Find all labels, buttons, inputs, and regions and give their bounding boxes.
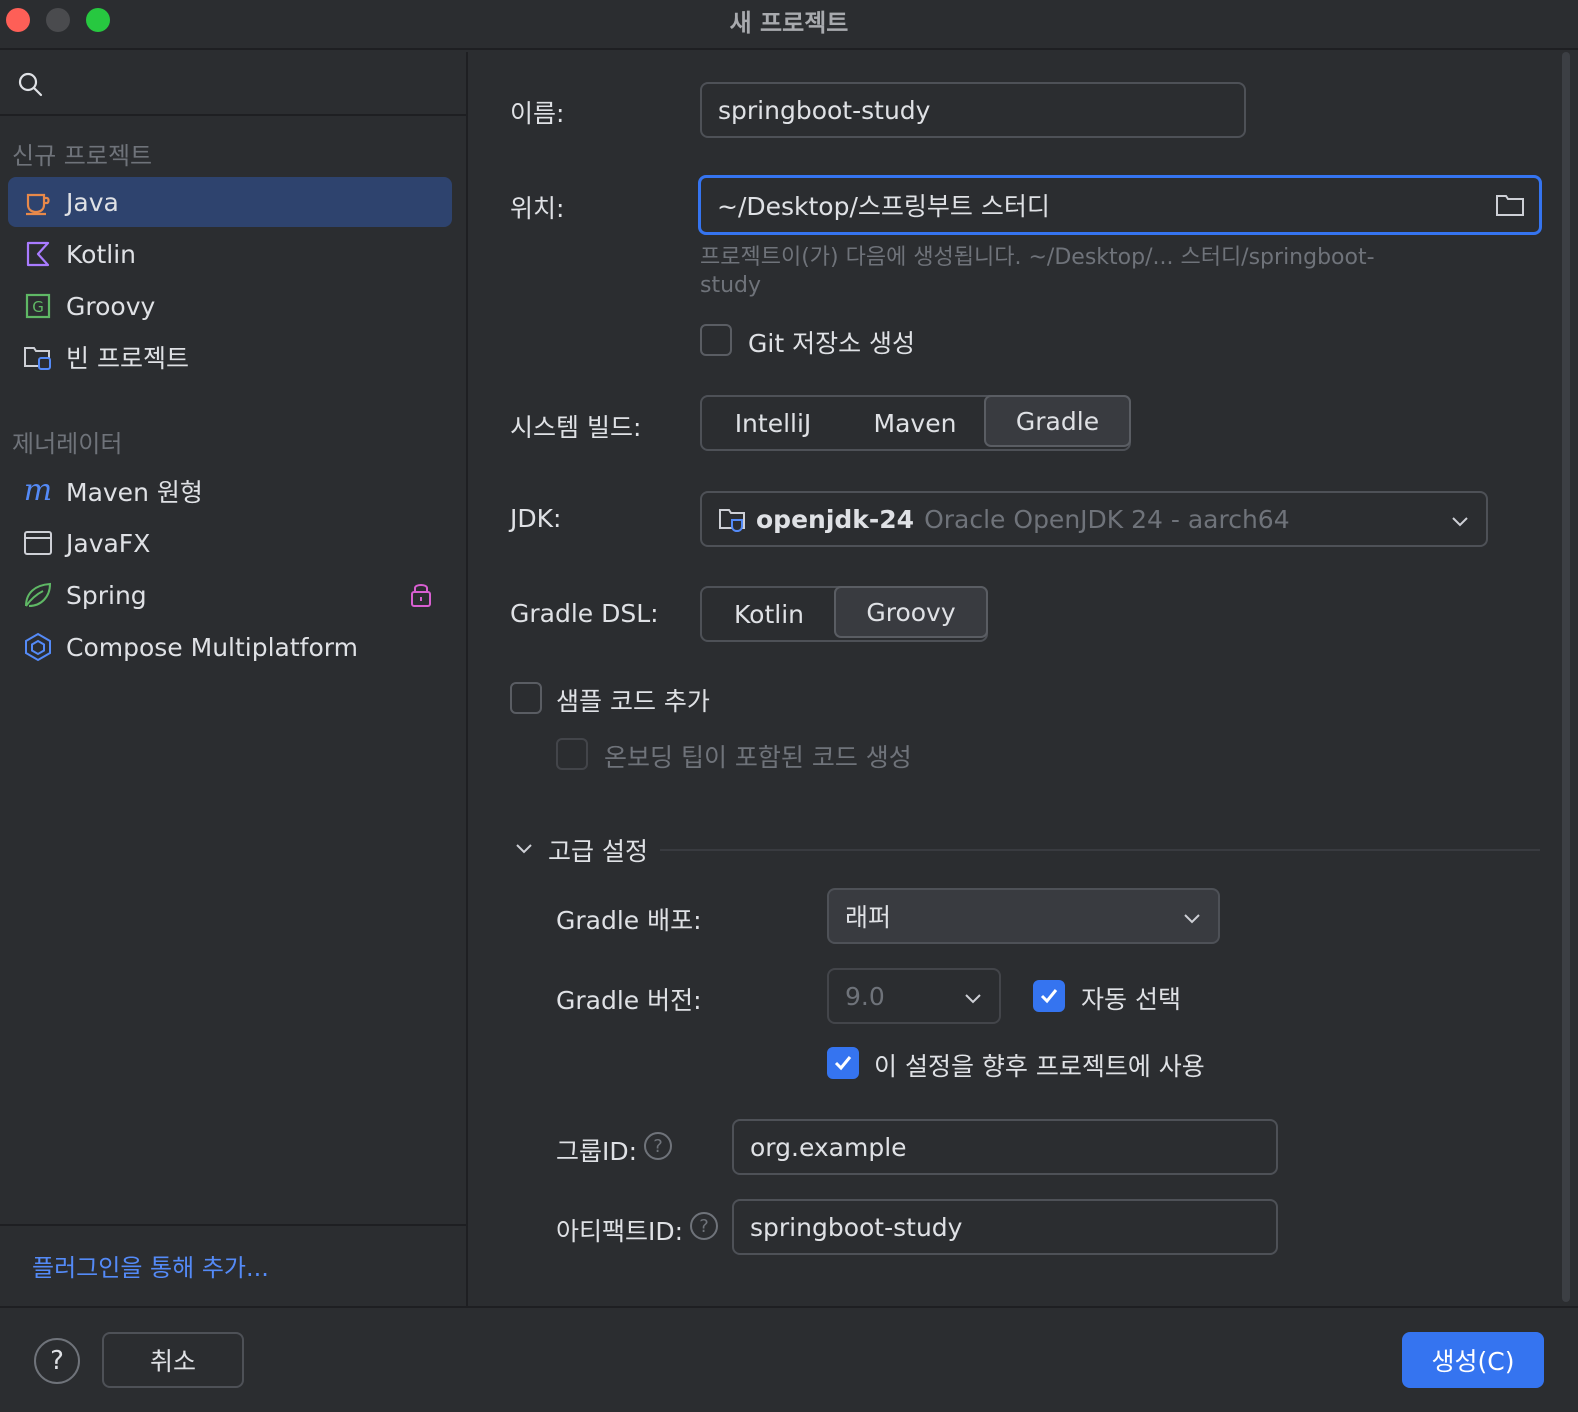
use-for-future-projects-label: 이 설정을 향후 프로젝트에 사용 [874,1052,1205,1081]
spring-leaf-icon [22,579,54,611]
lock-icon [408,580,434,612]
sidebar-item-label: Maven 원형 [66,478,203,507]
sidebar-item-label: Groovy [66,291,156,321]
sample-code-checkbox[interactable] [510,682,542,714]
location-label: 위치: [510,194,565,223]
window-title: 새 프로젝트 [729,9,849,37]
add-via-plugins-link[interactable]: 플러그인을 통해 추가... [32,1248,269,1283]
svg-text:G: G [32,298,44,316]
build-option-intellij[interactable]: IntelliJ [702,397,844,449]
onboarding-tips-checkbox[interactable] [556,738,588,770]
kotlin-icon [22,238,54,270]
sidebar-item-label: 빈 프로젝트 [66,344,189,373]
sidebar-item-kotlin[interactable]: Kotlin [8,229,452,279]
location-hint-line2: study [700,273,762,298]
build-option-gradle[interactable]: Gradle [984,395,1131,447]
sidebar-item-javafx[interactable]: JavaFX [8,518,452,568]
sidebar-item-groovy[interactable]: G Groovy [8,281,452,331]
group-id-label: 그룹ID: [556,1137,638,1166]
checkmark-icon [1040,989,1058,1004]
build-system-label: 시스템 빌드: [510,413,642,442]
sample-code-label: 샘플 코드 추가 [556,687,710,716]
compose-icon [22,631,54,663]
cancel-button[interactable]: 취소 [102,1332,244,1388]
gradle-distribution-dropdown[interactable]: 래퍼 [827,888,1220,944]
java-cup-icon [22,186,54,218]
build-system-selector: IntelliJ Maven Gradle [700,395,1131,451]
sidebar-item-label: Spring [66,580,147,610]
location-input[interactable]: ~/Desktop/스프링부트 스터디 [698,175,1542,235]
git-repo-label: Git 저장소 생성 [748,329,916,358]
auto-select-label: 자동 선택 [1081,985,1181,1014]
auto-select-checkbox[interactable] [1033,980,1065,1012]
checkmark-icon [834,1056,852,1071]
sidebar-item-maven-archetype[interactable]: m Maven 원형 [8,466,452,516]
advanced-settings-toggle[interactable]: 고급 설정 [548,832,648,868]
svg-text:m: m [24,476,52,506]
sidebar-search[interactable] [0,52,468,116]
dialog-footer: ? 취소 생성(C) [0,1306,1578,1412]
divider [660,849,1540,851]
jdk-name: openjdk-24 [756,504,915,534]
javafx-window-icon [22,527,54,559]
jdk-folder-icon [718,505,748,533]
divider [0,1224,466,1226]
gradle-dsl-selector: Kotlin Groovy [700,586,988,642]
project-type-sidebar: 신규 프로젝트 Java Kotlin G Groovy 빈 프로젝트 제너레이… [0,52,468,1306]
chevron-down-icon [965,994,981,1004]
group-id-input[interactable]: org.example [732,1119,1278,1175]
jdk-dropdown[interactable]: openjdk-24 Oracle OpenJDK 24 - aarch64 [700,491,1488,547]
chevron-down-icon[interactable] [514,838,534,862]
create-button[interactable]: 생성(C) [1402,1332,1544,1388]
git-repo-checkbox[interactable] [700,324,732,356]
empty-project-folder-icon [22,341,54,373]
groovy-icon: G [22,290,54,322]
help-button[interactable]: ? [34,1338,80,1384]
help-icon[interactable]: ? [690,1212,718,1240]
dsl-option-kotlin[interactable]: Kotlin [702,588,836,640]
sidebar-item-label: Kotlin [66,239,136,269]
new-project-section-header: 신규 프로젝트 [12,142,153,170]
use-for-future-projects-checkbox[interactable] [827,1047,859,1079]
artifact-id-input[interactable]: springboot-study [732,1199,1278,1255]
location-hint-line1: 프로젝트이(가) 다음에 생성됩니다. ~/Desktop/... 스터디/sp… [700,245,1375,270]
gradle-distribution-label: Gradle 배포: [556,906,702,935]
dsl-option-groovy[interactable]: Groovy [834,586,988,638]
onboarding-tips-label: 온보딩 팁이 포함된 코드 생성 [604,743,912,772]
sidebar-item-label: JavaFX [66,528,151,558]
gradle-version-label: Gradle 버전: [556,986,702,1015]
sidebar-item-label: Compose Multiplatform [66,632,358,662]
search-icon[interactable] [16,70,44,98]
name-input[interactable]: springboot-study [700,82,1246,138]
artifact-id-label: 아티팩트ID: [556,1217,684,1246]
gradle-version-dropdown[interactable]: 9.0 [827,968,1001,1024]
sidebar-item-compose-multiplatform[interactable]: Compose Multiplatform [8,622,452,672]
sidebar-item-java[interactable]: Java [8,177,452,227]
gradle-dsl-label: Gradle DSL: [510,599,659,628]
gradle-distribution-value: 래퍼 [845,903,892,932]
chevron-down-icon [1452,517,1468,527]
build-option-maven[interactable]: Maven [844,397,986,449]
sidebar-item-empty-project[interactable]: 빈 프로젝트 [8,332,452,382]
chevron-down-icon [1184,914,1200,924]
help-icon[interactable]: ? [644,1132,672,1160]
project-settings-form: 이름: springboot-study 위치: ~/Desktop/스프링부트… [470,52,1578,1306]
gradle-version-value: 9.0 [845,981,885,1011]
sidebar-item-spring[interactable]: Spring [8,570,452,620]
folder-icon[interactable] [1495,192,1525,224]
sidebar-item-label: Java [66,187,119,217]
generators-section-header: 제너레이터 [12,430,123,458]
title-bar: 새 프로젝트 [0,0,1578,50]
vertical-scrollbar[interactable] [1562,52,1570,1302]
location-value: ~/Desktop/스프링부트 스터디 [717,192,1050,221]
jdk-description: Oracle OpenJDK 24 - aarch64 [924,504,1290,534]
maven-icon: m [22,475,54,507]
jdk-label: JDK: [510,504,562,533]
name-label: 이름: [510,99,565,128]
